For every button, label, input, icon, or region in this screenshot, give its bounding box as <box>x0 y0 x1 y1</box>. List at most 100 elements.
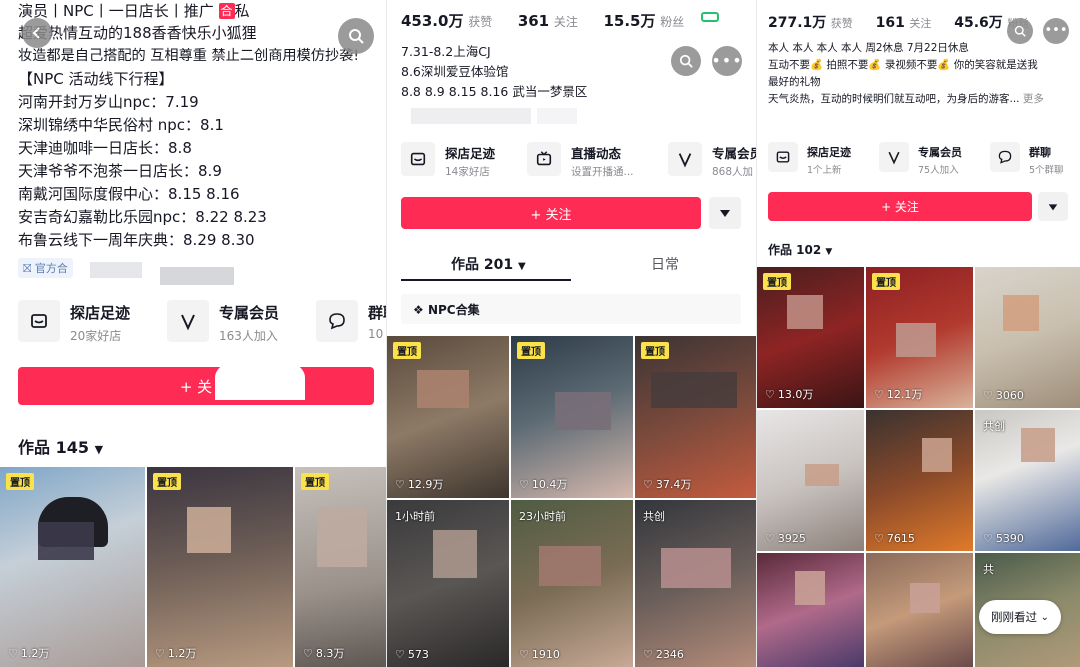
video-tile[interactable] <box>866 553 973 667</box>
status-icon <box>701 12 719 22</box>
bio-suffix: 私 <box>234 2 250 20</box>
tab-daily[interactable]: 日常 <box>651 254 679 274</box>
feature-title: 群聊 <box>1029 146 1051 159</box>
video-tile[interactable]: 1小时前 ♡ 573 <box>387 500 509 667</box>
profile-panel-3: 277.1万 获赞 161 关注 45.6万 粉丝 ••• 本人 本人 本人 本… <box>756 0 1080 667</box>
redacted-block <box>411 108 531 124</box>
video-tile[interactable]: 23小时前 ♡ 1910 <box>511 500 633 667</box>
works-tab[interactable]: 作品 102 ▼ <box>768 241 832 258</box>
dropdown-triangle-icon <box>1048 203 1058 210</box>
recently-viewed-button[interactable]: 刚刚看过 ⌄ <box>979 600 1062 634</box>
feature-sub: 14家好店 <box>445 166 490 178</box>
video-tile[interactable]: 置顶 ♡ 8.3万 <box>295 467 386 667</box>
mosaic-blur <box>910 583 940 613</box>
follow-button[interactable]: + 关注 <box>768 192 1032 221</box>
store-feature-button[interactable] <box>768 142 798 172</box>
heart-icon: ♡ <box>395 477 405 491</box>
feature-sub: 75人加入 <box>918 165 959 176</box>
collab-badge: 合 <box>218 3 235 19</box>
collection-bar[interactable]: ❖ NPC合集 <box>401 294 741 324</box>
video-tile[interactable]: 共创 ♡ 5390 <box>975 410 1080 551</box>
redacted-block <box>215 355 305 400</box>
tab-works[interactable]: 作品 201 ▼ <box>451 254 526 274</box>
feature-title: 专属会员 <box>219 304 280 322</box>
store-icon <box>31 314 47 328</box>
bio-line: 演员丨NPC丨一日店长丨推广 <box>18 2 214 20</box>
chat-feature-button[interactable] <box>990 142 1020 172</box>
like-count: ♡ 5390 <box>983 532 1024 545</box>
caret-down-icon: ▼ <box>517 261 526 272</box>
video-tile[interactable]: 置顶 ♡ 37.4万 <box>635 336 756 498</box>
heart-icon: ♡ <box>519 648 529 661</box>
stat-fans[interactable]: 45.6万 <box>954 15 1003 31</box>
pinned-badge: 置顶 <box>153 473 181 490</box>
feature-title: 探店足迹 <box>70 304 131 322</box>
video-tile[interactable]: 置顶 ♡ 1.2万 <box>147 467 293 667</box>
search-icon <box>1014 25 1026 37</box>
bio-section: 本人 本人 本人 本人 周2休息 7月22日休息 互动不要💰 拍照不要💰 录视频… <box>768 40 1044 108</box>
official-collab-tag[interactable]: ⛝ 官方合 <box>18 258 73 278</box>
mosaic-blur <box>787 295 823 329</box>
video-tile[interactable]: 置顶 ♡ 10.4万 <box>511 336 633 498</box>
live-feature-button[interactable] <box>527 142 561 176</box>
feature-sub: 163人加入 <box>219 329 278 343</box>
share-button[interactable] <box>709 197 741 229</box>
mosaic-blur <box>38 522 94 560</box>
video-tile[interactable]: ♡ 3925 <box>757 410 864 551</box>
heart-icon: ♡ <box>155 646 165 660</box>
caret-down-icon: ▼ <box>94 443 104 456</box>
video-tile[interactable]: 置顶 ♡ 12.1万 <box>866 267 973 408</box>
like-count: ♡ 1.2万 <box>8 646 50 661</box>
store-feature-button[interactable] <box>401 142 435 176</box>
more-icon: ••• <box>711 51 743 70</box>
video-tile[interactable]: 置顶 ♡ 13.0万 <box>757 267 864 408</box>
feature-title: 群聊 <box>368 304 386 322</box>
vip-feature-button[interactable] <box>668 142 702 176</box>
search-icon <box>349 29 364 44</box>
like-count: ♡ 7615 <box>874 532 915 545</box>
video-tile[interactable]: 置顶 ♡ 1.2万 <box>0 467 145 667</box>
more-button[interactable]: ••• <box>711 46 743 76</box>
heart-icon: ♡ <box>8 646 18 660</box>
store-feature-button[interactable] <box>18 300 60 342</box>
mosaic-blur <box>433 530 477 578</box>
more-button[interactable]: ••• <box>1043 18 1069 44</box>
works-tab[interactable]: 作品 145 ▼ <box>18 434 103 458</box>
time-badge: 共创 <box>643 510 665 523</box>
heart-icon: ♡ <box>874 387 884 401</box>
video-tile[interactable] <box>757 553 864 667</box>
follow-button[interactable]: + 关注 <box>401 197 701 229</box>
stats-row: 453.0万 获赞 361 关注 15.5万 粉丝 <box>401 12 685 30</box>
more-link[interactable]: 更多 <box>1023 93 1044 105</box>
video-tile[interactable]: 共创 ♡ 2346 <box>635 500 756 667</box>
search-button[interactable] <box>338 18 374 54</box>
video-tile[interactable]: 置顶 ♡ 12.9万 <box>387 336 509 498</box>
like-count: ♡ 8.3万 <box>303 646 345 661</box>
video-tile[interactable]: ♡ 3060 <box>975 267 1080 408</box>
caret-down-icon: ▼ <box>825 247 833 257</box>
chat-icon <box>998 150 1012 164</box>
like-count: ♡ 3925 <box>765 532 806 545</box>
store-icon <box>410 152 426 166</box>
vip-feature-button[interactable] <box>879 142 909 172</box>
mosaic-blur <box>187 507 231 553</box>
bio-line: 安吉奇幻嘉勒比乐园npc：8.22 8.23 <box>18 208 267 226</box>
feature-title: 探店足迹 <box>807 146 851 159</box>
stat-following[interactable]: 361 <box>518 12 549 30</box>
stat-fans[interactable]: 15.5万 <box>603 12 655 30</box>
heart-icon: ♡ <box>303 646 313 660</box>
stat-following[interactable]: 161 <box>876 15 905 31</box>
heart-icon: ♡ <box>765 532 775 545</box>
like-count: ♡ 37.4万 <box>643 477 692 492</box>
vip-feature-button[interactable] <box>167 300 209 342</box>
time-badge: 23小时前 <box>519 510 566 523</box>
back-button[interactable] <box>22 18 52 48</box>
feature-sub: 10 <box>368 327 384 341</box>
search-button[interactable] <box>671 46 701 76</box>
mosaic-blur <box>1003 295 1039 331</box>
time-badge: 共 <box>983 563 994 576</box>
share-button[interactable] <box>1038 192 1068 221</box>
follow-button[interactable]: + 关 <box>18 367 374 405</box>
chat-feature-button[interactable] <box>316 300 358 342</box>
video-tile[interactable]: ♡ 7615 <box>866 410 973 551</box>
